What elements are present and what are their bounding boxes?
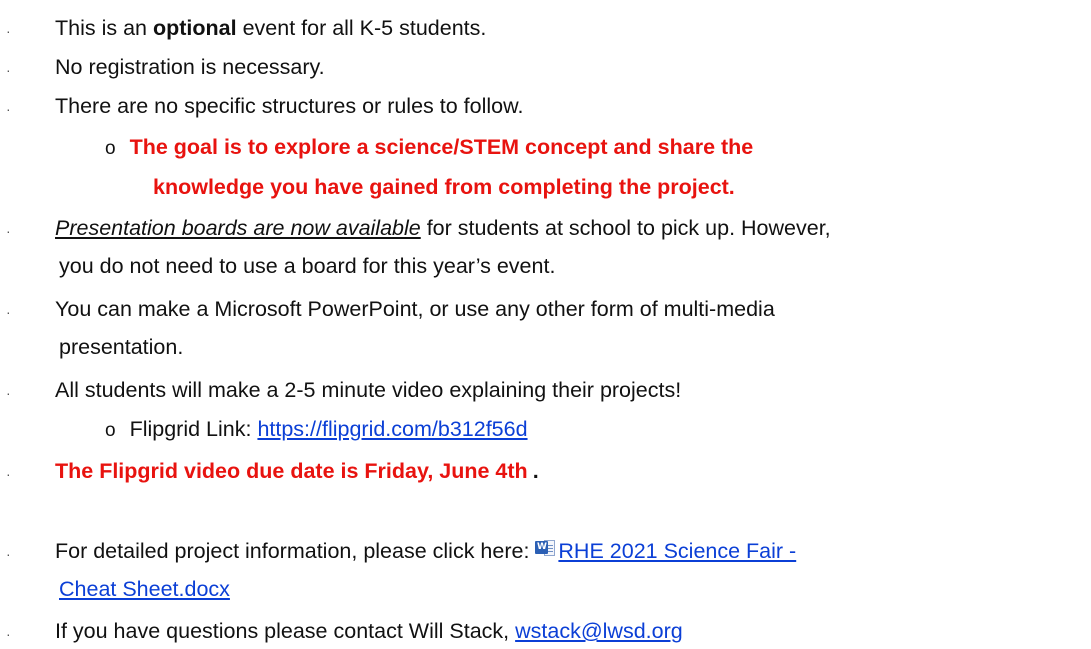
bullet-marker: · (6, 626, 11, 642)
bullet-marker: · (6, 546, 11, 562)
list-item-project-info: For detailed project information, please… (55, 537, 796, 565)
bullet-marker: · (6, 101, 11, 117)
cheat-sheet-link[interactable]: RHE 2021 Science Fair - (558, 539, 796, 563)
item-text: There are no specific structures or rule… (55, 94, 524, 118)
presentation-boards-emphasis: Presentation boards are now available (55, 216, 421, 240)
list-item-powerpoint: You can make a Microsoft PowerPoint, or … (55, 297, 775, 321)
sub-item-flipgrid: o Flipgrid Link: https://flipgrid.com/b31… (105, 415, 528, 445)
item-text: For detailed project information, please… (55, 539, 536, 563)
item-text: If you have questions please contact Wil… (55, 619, 516, 643)
flipgrid-link[interactable]: https://flipgrid.com/b312f56d (257, 417, 527, 441)
goal-text-line2: knowledge you have gained from completin… (153, 175, 735, 199)
list-item-video: All students will make a 2-5 minute vide… (55, 376, 681, 404)
due-date-text: The Flipgrid video due date is Friday, J… (55, 459, 528, 483)
item-bold-text: optional (152, 16, 237, 40)
sub-item-marker: o (105, 138, 116, 159)
bullet-marker: · (6, 466, 11, 482)
item-text: This is an (55, 16, 153, 40)
word-document-icon[interactable]: W (535, 540, 557, 560)
list-item-optional-event: This is an optional event for all K-5 st… (55, 14, 486, 42)
list-item-no-registration: No registration is necessary. (55, 53, 325, 81)
flipgrid-label: Flipgrid Link: (129, 417, 258, 441)
bullet-marker: · (6, 304, 11, 320)
item-text: for students at school to pick up. Howev… (420, 216, 831, 240)
goal-text-line1: The goal is to explore a science/STEM co… (129, 135, 754, 159)
due-date-period: . (532, 459, 539, 483)
list-item-contact: If you have questions please contact Wil… (55, 617, 683, 645)
item-text: All students will make a 2-5 minute vide… (55, 378, 682, 402)
cheat-sheet-link[interactable]: Cheat Sheet.docx (59, 577, 230, 601)
bullet-marker: · (6, 223, 11, 239)
list-item-no-rules: There are no specific structures or rule… (55, 92, 523, 120)
bullet-marker: · (6, 62, 11, 78)
bullet-marker: · (6, 23, 11, 39)
cheat-sheet-link-continued: Cheat Sheet.docx (59, 575, 230, 603)
sub-item-goal: o The goal is to explore a science/STEM c… (105, 133, 753, 163)
bullet-marker: · (6, 385, 11, 401)
list-item-presentation-boards: Presentation boards are now available fo… (55, 214, 831, 242)
contact-email-link[interactable]: wstack@lwsd.org (515, 619, 683, 643)
sub-item-marker: o (105, 420, 116, 441)
item-text: No registration is necessary. (55, 55, 325, 79)
list-item-due-date: The Flipgrid video due date is Friday, J… (55, 457, 539, 485)
item-text-continued: presentation. (59, 335, 184, 359)
item-text-continued: you do not need to use a board for this … (59, 254, 556, 278)
item-text: event for all K-5 students. (236, 16, 487, 40)
